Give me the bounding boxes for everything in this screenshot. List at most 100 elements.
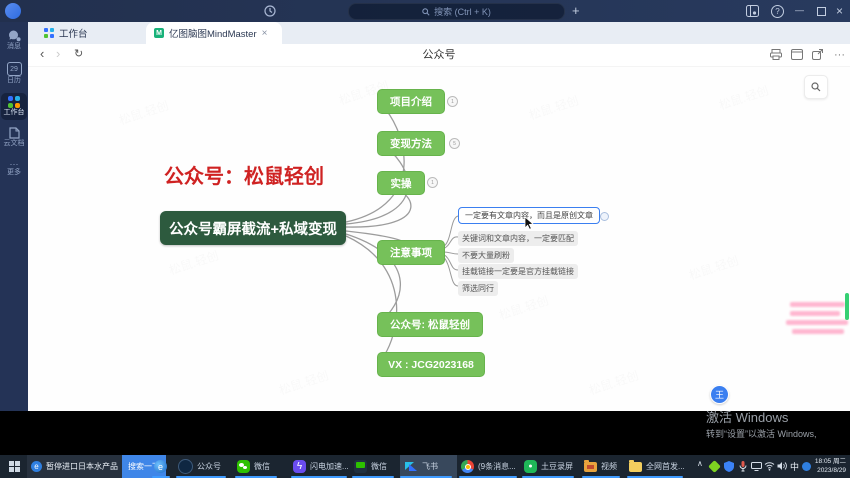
mindmap-note[interactable]: 筛选同行 — [458, 281, 498, 296]
taskbar-app-browser[interactable]: e — [154, 455, 167, 478]
tab-label: 亿图脑图MindMaster — [169, 26, 257, 40]
mindmap-note[interactable]: 关键词和文章内容，一定要匹配 — [458, 231, 578, 246]
taskbar-app-chrome[interactable]: (9条消息... — [461, 455, 516, 478]
taskbar-app-video-folder[interactable]: 视频 — [584, 455, 617, 478]
mindmap-canvas[interactable]: ‹ › ↻ 公众号 ··· 松鼠.轻创 松鼠.轻创 松鼠.轻创 松鼠.轻创 松鼠… — [28, 44, 850, 411]
pink-watermark — [786, 320, 848, 325]
search-icon — [811, 82, 821, 92]
taskbar-app-label: 公众号 — [197, 461, 221, 472]
tray-app-icon-green[interactable] — [708, 460, 721, 473]
calendar-icon: 29 — [7, 62, 22, 76]
taskbar-app-wechat[interactable]: 微信 — [237, 455, 270, 478]
document-icon — [9, 127, 20, 139]
taskbar-app-label: 视频 — [601, 461, 617, 472]
folder-icon — [584, 462, 597, 472]
speaker-icon[interactable] — [777, 461, 788, 471]
wechat-window-icon — [354, 460, 367, 473]
branch-count-badge[interactable]: 5 — [449, 138, 460, 149]
sidebar-item-calendar[interactable]: 29 日历 — [0, 62, 28, 85]
taskbar-app-label: 全网首发... — [646, 461, 685, 472]
news-search-widget[interactable]: e 暂停进口日本水产品 搜索一下 — [27, 455, 166, 478]
sidebar-item-label: 日历 — [7, 76, 21, 85]
news-headline: 暂停进口日本水产品 — [46, 461, 118, 472]
sidebar-item-docs[interactable]: 云文档 — [0, 127, 28, 148]
wifi-icon[interactable] — [764, 461, 775, 471]
sidebar-item-label: 工作台 — [4, 108, 25, 117]
canvas-search-button[interactable] — [804, 75, 828, 99]
sidebar-item-messages[interactable]: 消息 — [0, 30, 28, 51]
sidebar-item-workbench[interactable]: 工作台 — [1, 93, 27, 120]
folder-icon — [629, 462, 642, 472]
taskbar-app-label: 微信 — [254, 461, 270, 472]
taskbar-app-label: 闪电加速... — [310, 461, 349, 472]
workbench-grid-icon — [8, 96, 20, 108]
sidebar-item-label: 消息 — [7, 42, 21, 51]
maximize-button[interactable] — [817, 7, 826, 16]
user-avatar-badge[interactable]: 王 — [710, 385, 729, 404]
sidebar-item-label: 云文档 — [4, 139, 25, 148]
tab-label: 工作台 — [59, 26, 88, 40]
taskbar-app-wechat-window[interactable]: 微信 — [354, 455, 387, 478]
start-button[interactable] — [9, 461, 20, 472]
ime-indicator[interactable]: 中 — [790, 460, 799, 473]
taskbar-app-label: 土豆录屏 — [541, 461, 573, 472]
app-logo-avatar[interactable] — [5, 3, 21, 19]
taskbar-app-label: (9条消息... — [478, 461, 516, 472]
mindmap-branch-node[interactable]: 注意事项 — [377, 240, 445, 265]
taskbar-app-gongzhonghao[interactable]: 公众号 — [178, 455, 221, 478]
branch-count-badge[interactable]: 1 — [427, 177, 438, 188]
taskbar-app-label: 微信 — [371, 461, 387, 472]
pink-watermark — [792, 329, 844, 334]
mindmap-branch-node[interactable]: VX : JCG2023168 — [377, 352, 485, 377]
close-button[interactable]: × — [836, 0, 843, 22]
mindmap-note[interactable]: 挂载链接一定要是官方挂载链接 — [458, 264, 578, 279]
tab-mindmaster[interactable]: M 亿图脑图MindMaster × — [146, 22, 282, 44]
help-icon[interactable]: ? — [771, 5, 784, 18]
taskbar-clock[interactable]: 18:05 周二 2023/8/29 — [812, 458, 846, 475]
mindmap-branch-node[interactable]: 项目介绍 — [377, 89, 445, 114]
microphone-icon[interactable] — [739, 461, 747, 472]
titlebar: 搜索 (Ctrl + K) + ? — × — [0, 0, 850, 22]
mindmap-central-node[interactable]: 公众号霸屏截流+私域变现 — [160, 211, 346, 245]
mindmap-branch-node[interactable]: 实操 — [377, 171, 425, 195]
search-placeholder: 搜索 (Ctrl + K) — [434, 5, 491, 18]
mindmap-note[interactable]: 不要大量刷粉 — [458, 248, 514, 263]
chat-bubble-icon — [8, 30, 21, 42]
windows-activation-watermark: 激活 Windows 转到“设置”以激活 Windows, — [706, 407, 817, 440]
taskbar-app-tudou[interactable]: ● 土豆录屏 — [524, 455, 573, 478]
mindmap-branch-node[interactable]: 变现方法 — [377, 131, 445, 156]
pink-watermark — [790, 302, 845, 307]
wechat-icon — [237, 460, 250, 473]
feishu-icon — [405, 460, 418, 473]
tray-collapse-chevron[interactable]: ∧ — [697, 459, 703, 468]
app-sidebar: 消息 29 日历 工作台 云文档 ··· 更多 — [0, 22, 28, 411]
search-icon — [422, 8, 430, 16]
tab-workbench[interactable]: 工作台 — [36, 22, 147, 44]
workbench-grid-icon — [44, 28, 54, 38]
sidebar-item-more[interactable]: ··· 更多 — [0, 160, 28, 177]
browser-e-icon: e — [31, 461, 42, 472]
tab-close-icon[interactable]: × — [262, 28, 268, 39]
global-search-input[interactable]: 搜索 (Ctrl + K) — [348, 3, 565, 20]
ellipsis-icon: ··· — [10, 160, 19, 168]
browser-circle-icon: e — [154, 460, 167, 473]
sidebar-item-label: 更多 — [7, 168, 21, 177]
taskbar-app-feishu[interactable]: 飞书 — [400, 455, 457, 478]
mindmap-branch-node[interactable]: 公众号: 松鼠轻创 — [377, 312, 483, 337]
node-handle-dot[interactable] — [600, 212, 609, 221]
tab-bar: 工作台 M 亿图脑图MindMaster × — [28, 22, 850, 44]
display-icon[interactable] — [751, 462, 762, 471]
branch-count-badge[interactable]: 1 — [447, 96, 458, 107]
windows-taskbar: e 暂停进口日本水产品 搜索一下 e 公众号 微信 ϟ 闪电加速... 微信 — [0, 455, 850, 478]
sidebar-settings-icon[interactable] — [746, 5, 759, 17]
taskbar-app-shandian[interactable]: ϟ 闪电加速... — [293, 455, 349, 478]
tray-app-icon-blue[interactable] — [802, 462, 811, 471]
history-icon[interactable] — [263, 4, 277, 18]
scrollbar-thumb[interactable] — [845, 293, 849, 320]
shield-icon[interactable] — [724, 461, 734, 472]
taskbar-app-folder[interactable]: 全网首发... — [629, 455, 685, 478]
new-tab-button[interactable]: + — [572, 0, 580, 22]
minimize-button[interactable]: — — [795, 0, 804, 21]
taskbar-app-label: 飞书 — [422, 461, 438, 472]
screen-record-icon: ● — [524, 460, 537, 473]
